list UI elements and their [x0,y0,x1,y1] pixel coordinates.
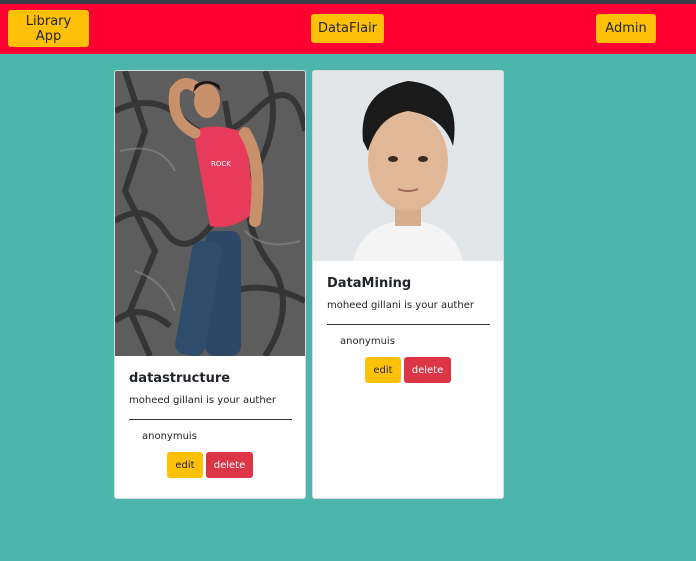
navbar: Library App DataFlair Admin [0,4,696,54]
book-author-text: moheed gillani is your auther [327,300,474,311]
delete-button[interactable]: delete [206,452,253,478]
book-photo: ROCK [115,71,305,356]
edit-button[interactable]: edit [167,452,203,478]
book-card: DataMining moheed gillani is your auther… [312,70,504,499]
delete-button[interactable]: delete [404,357,451,383]
book-card: ROCK datastructure moheed gillani is you… [114,70,306,499]
admin-button[interactable]: Admin [596,14,656,43]
book-author-text: moheed gillani is your auther [129,395,276,406]
library-app-button[interactable]: Library App [8,10,89,47]
book-title: datastructure [129,371,231,386]
divider [327,324,490,325]
svg-text:ROCK: ROCK [211,160,231,168]
book-meta: anonymuis [340,336,395,347]
edit-button[interactable]: edit [365,357,401,383]
divider [129,419,292,420]
dataflair-button[interactable]: DataFlair [311,14,384,43]
book-meta: anonymuis [142,431,197,442]
book-title: DataMining [327,276,412,291]
book-photo [313,71,503,261]
